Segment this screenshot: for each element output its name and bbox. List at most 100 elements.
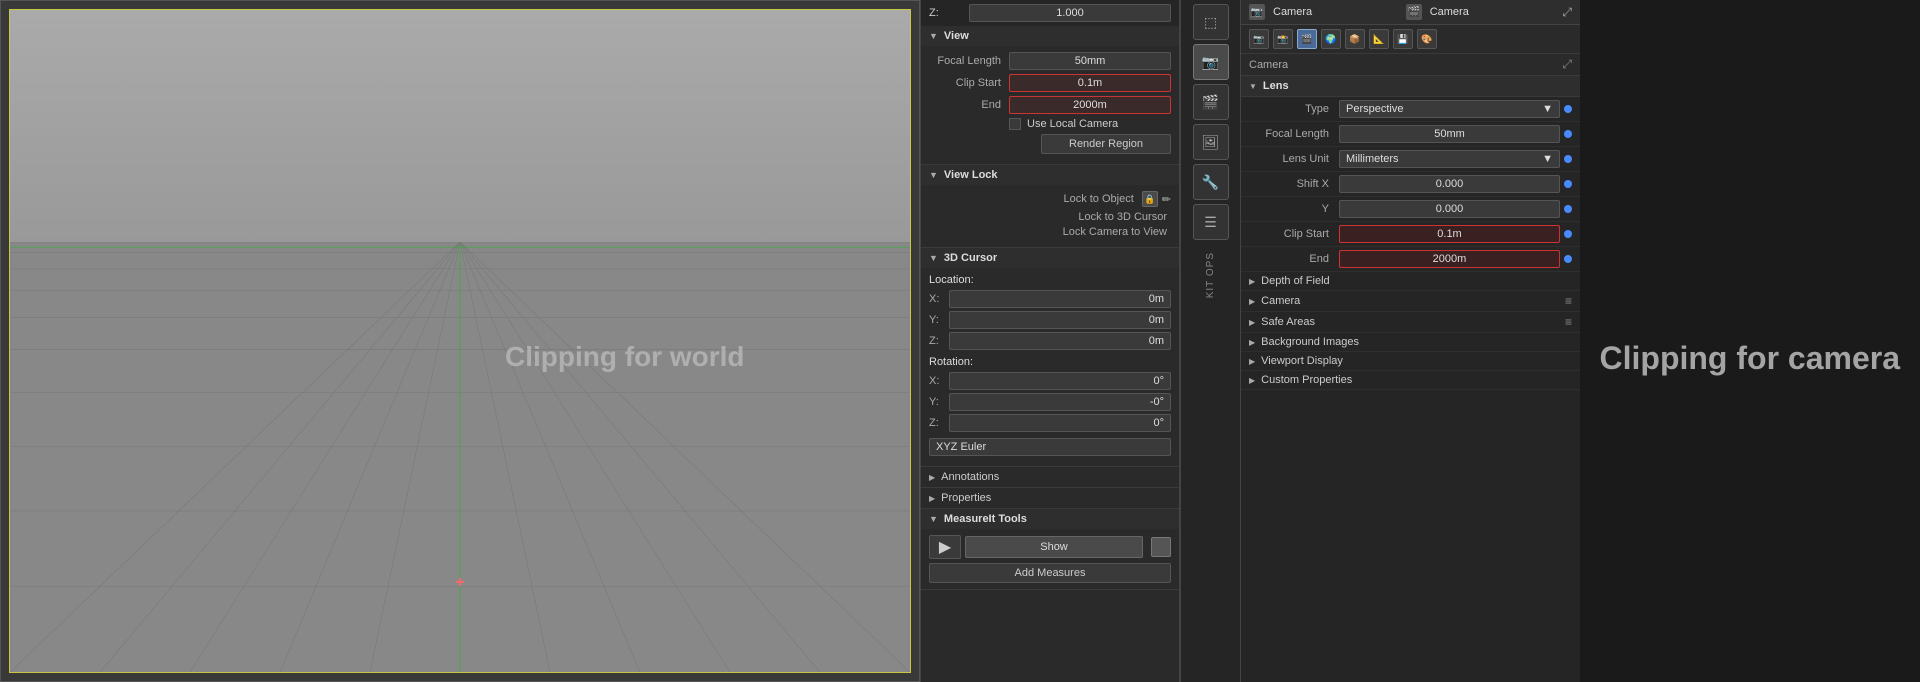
cursor-rz-label: Z: — [929, 417, 949, 429]
camera-icons-row: 📷 📸 🎬 🌍 📦 📐 💾 🎨 — [1241, 25, 1580, 54]
pen-icon[interactable]: ✏ — [1162, 193, 1171, 206]
view-lock-content: Lock to Object 🔒 ✏ Lock to 3D Cursor Loc… — [921, 185, 1179, 247]
cam-icon-data[interactable]: 💾 — [1393, 29, 1413, 49]
cam-icon-output[interactable]: 📸 — [1273, 29, 1293, 49]
rotation-mode-dropdown[interactable]: XYZ Euler — [929, 438, 1171, 456]
bg-images-label: Background Images — [1261, 336, 1359, 348]
cursor-x-label: X: — [929, 293, 949, 305]
sidebar-icon-3[interactable]: 🎬 — [1193, 84, 1229, 120]
add-measures-btn[interactable]: Add Measures — [929, 563, 1171, 583]
sidebar-icon-2[interactable]: 📷 — [1193, 44, 1229, 80]
shift-y-dot — [1564, 205, 1572, 213]
cursor-rz-row: Z: 0° — [929, 414, 1171, 432]
dof-label: Depth of Field — [1261, 275, 1329, 287]
lens-section-header[interactable]: ▼ Lens — [1241, 76, 1580, 97]
measureit-header[interactable]: ▼ MeasureIt Tools — [921, 509, 1179, 529]
3d-cursor — [455, 574, 464, 592]
cam-icon-world[interactable]: 🌍 — [1321, 29, 1341, 49]
focal-length-value[interactable]: 50mm — [1009, 52, 1171, 70]
shift-x-dot — [1564, 180, 1572, 188]
lock-camera-row: Lock Camera to View — [929, 226, 1171, 238]
properties-header[interactable]: ▶ Properties — [921, 488, 1179, 508]
focal-length-prop-value[interactable]: 50mm — [1339, 125, 1560, 143]
render-region-btn[interactable]: Render Region — [1041, 134, 1171, 154]
viewport-display-row[interactable]: ▶ Viewport Display — [1241, 352, 1580, 371]
cam-clip-start-dot — [1564, 230, 1572, 238]
cursor-section-header[interactable]: ▼ 3D Cursor — [921, 248, 1179, 268]
shift-x-row: Shift X 0.000 — [1241, 172, 1580, 197]
cam-icon-obj[interactable]: 📦 — [1345, 29, 1365, 49]
view-lock-triangle: ▼ — [929, 170, 938, 180]
z-value[interactable]: 1.000 — [969, 4, 1171, 22]
cam-icon-geo[interactable]: 📐 — [1369, 29, 1389, 49]
camera-sub-header: Camera ⤢ — [1241, 54, 1580, 76]
properties-label: Properties — [941, 492, 991, 504]
lock-to-object-label: Lock to Object — [1062, 193, 1142, 205]
camera-icon-1: 📷 — [1249, 4, 1265, 20]
focal-length-prop-label: Focal Length — [1249, 128, 1339, 140]
cursor-rx-value[interactable]: 0° — [949, 372, 1171, 390]
cam-clip-end-dot — [1564, 255, 1572, 263]
grid-container — [10, 242, 910, 672]
view-lock-header[interactable]: ▼ View Lock — [921, 165, 1179, 185]
measureit-section: ▼ MeasureIt Tools ▶ Show Add Measures — [921, 509, 1179, 590]
camera-properties-panel: 📷 Camera 🎬 Camera ⤢ 📷 📸 🎬 🌍 📦 📐 💾 🎨 Came… — [1240, 0, 1580, 682]
cursor-z-value[interactable]: 0m — [949, 332, 1171, 350]
safe-areas-row[interactable]: ▶ Safe Areas ≡ — [1241, 312, 1580, 333]
cursor-x-value[interactable]: 0m — [949, 290, 1171, 308]
cursor-ry-row: Y: -0° — [929, 393, 1171, 411]
cursor-ry-value[interactable]: -0° — [949, 393, 1171, 411]
properties-tri: ▶ — [929, 494, 935, 503]
camera-panel-header: 📷 Camera 🎬 Camera ⤢ — [1241, 0, 1580, 25]
shift-y-value[interactable]: 0.000 — [1339, 200, 1560, 218]
cursor-y-value[interactable]: 0m — [949, 311, 1171, 329]
sidebar-icon-6[interactable]: ☰ — [1193, 204, 1229, 240]
safe-areas-tri: ▶ — [1249, 318, 1255, 327]
cam-icon-render[interactable]: 📷 — [1249, 29, 1269, 49]
cam-clip-start-label: Clip Start — [1249, 228, 1339, 240]
annotations-header[interactable]: ▶ Annotations — [921, 467, 1179, 487]
camera-row[interactable]: ▶ Camera ≡ — [1241, 291, 1580, 312]
lock-to-object-icon[interactable]: 🔒 — [1142, 191, 1158, 207]
clip-start-label: Clip Start — [929, 77, 1009, 89]
view-section-header[interactable]: ▼ View — [921, 26, 1179, 46]
dof-tri: ▶ — [1249, 277, 1255, 286]
show-btn[interactable]: Show — [965, 536, 1143, 558]
properties-section: ▶ Properties — [921, 488, 1179, 509]
background-images-row[interactable]: ▶ Background Images — [1241, 333, 1580, 352]
lens-title: Lens — [1263, 80, 1289, 92]
cam-clip-end-value[interactable]: 2000m — [1339, 250, 1560, 268]
view-section-triangle: ▼ — [929, 31, 938, 41]
sidebar-icon-1[interactable]: ⬚ — [1193, 4, 1229, 40]
cam-icon-mat[interactable]: 🎨 — [1417, 29, 1437, 49]
lens-type-value[interactable]: Perspective ▼ — [1339, 100, 1560, 118]
maximize-icon[interactable]: ⤢ — [1562, 5, 1572, 20]
lens-type-label: Type — [1249, 103, 1339, 115]
lens-unit-dot — [1564, 155, 1572, 163]
cam-icon-active[interactable]: 🎬 — [1297, 29, 1317, 49]
annotations-tri: ▶ — [929, 473, 935, 482]
shift-x-value[interactable]: 0.000 — [1339, 175, 1560, 193]
depth-of-field-row[interactable]: ▶ Depth of Field — [1241, 272, 1580, 291]
clip-start-value[interactable]: 0.1m — [1009, 74, 1171, 92]
play-btn[interactable]: ▶ — [929, 535, 961, 559]
cursor-z-row: Z: 0m — [929, 332, 1171, 350]
focal-length-dot — [1564, 130, 1572, 138]
lock-3d-cursor-label: Lock to 3D Cursor — [1078, 211, 1167, 223]
sidebar-icon-5[interactable]: 🔧 — [1193, 164, 1229, 200]
kit-ops-sidebar: ⬚ 📷 🎬 🖼 🔧 ☰ KIT OPS — [1180, 0, 1240, 682]
3d-viewport[interactable]: Clipping for world — [0, 0, 920, 682]
clip-end-value[interactable]: 2000m — [1009, 96, 1171, 114]
shift-y-row: Y 0.000 — [1241, 197, 1580, 222]
rotation-mode-row: XYZ Euler — [929, 438, 1171, 456]
cam-clip-start-value[interactable]: 0.1m — [1339, 225, 1560, 243]
use-local-camera-checkbox[interactable] — [1009, 118, 1021, 130]
focal-length-row: Focal Length 50mm — [929, 52, 1171, 70]
camera-title-2: Camera — [1430, 6, 1555, 18]
shift-y-label: Y — [1249, 203, 1339, 215]
custom-props-row[interactable]: ▶ Custom Properties — [1241, 371, 1580, 390]
sidebar-icon-4[interactable]: 🖼 — [1193, 124, 1229, 160]
lens-unit-value[interactable]: Millimeters ▼ — [1339, 150, 1560, 168]
focal-length-row: Focal Length 50mm — [1241, 122, 1580, 147]
cursor-rz-value[interactable]: 0° — [949, 414, 1171, 432]
